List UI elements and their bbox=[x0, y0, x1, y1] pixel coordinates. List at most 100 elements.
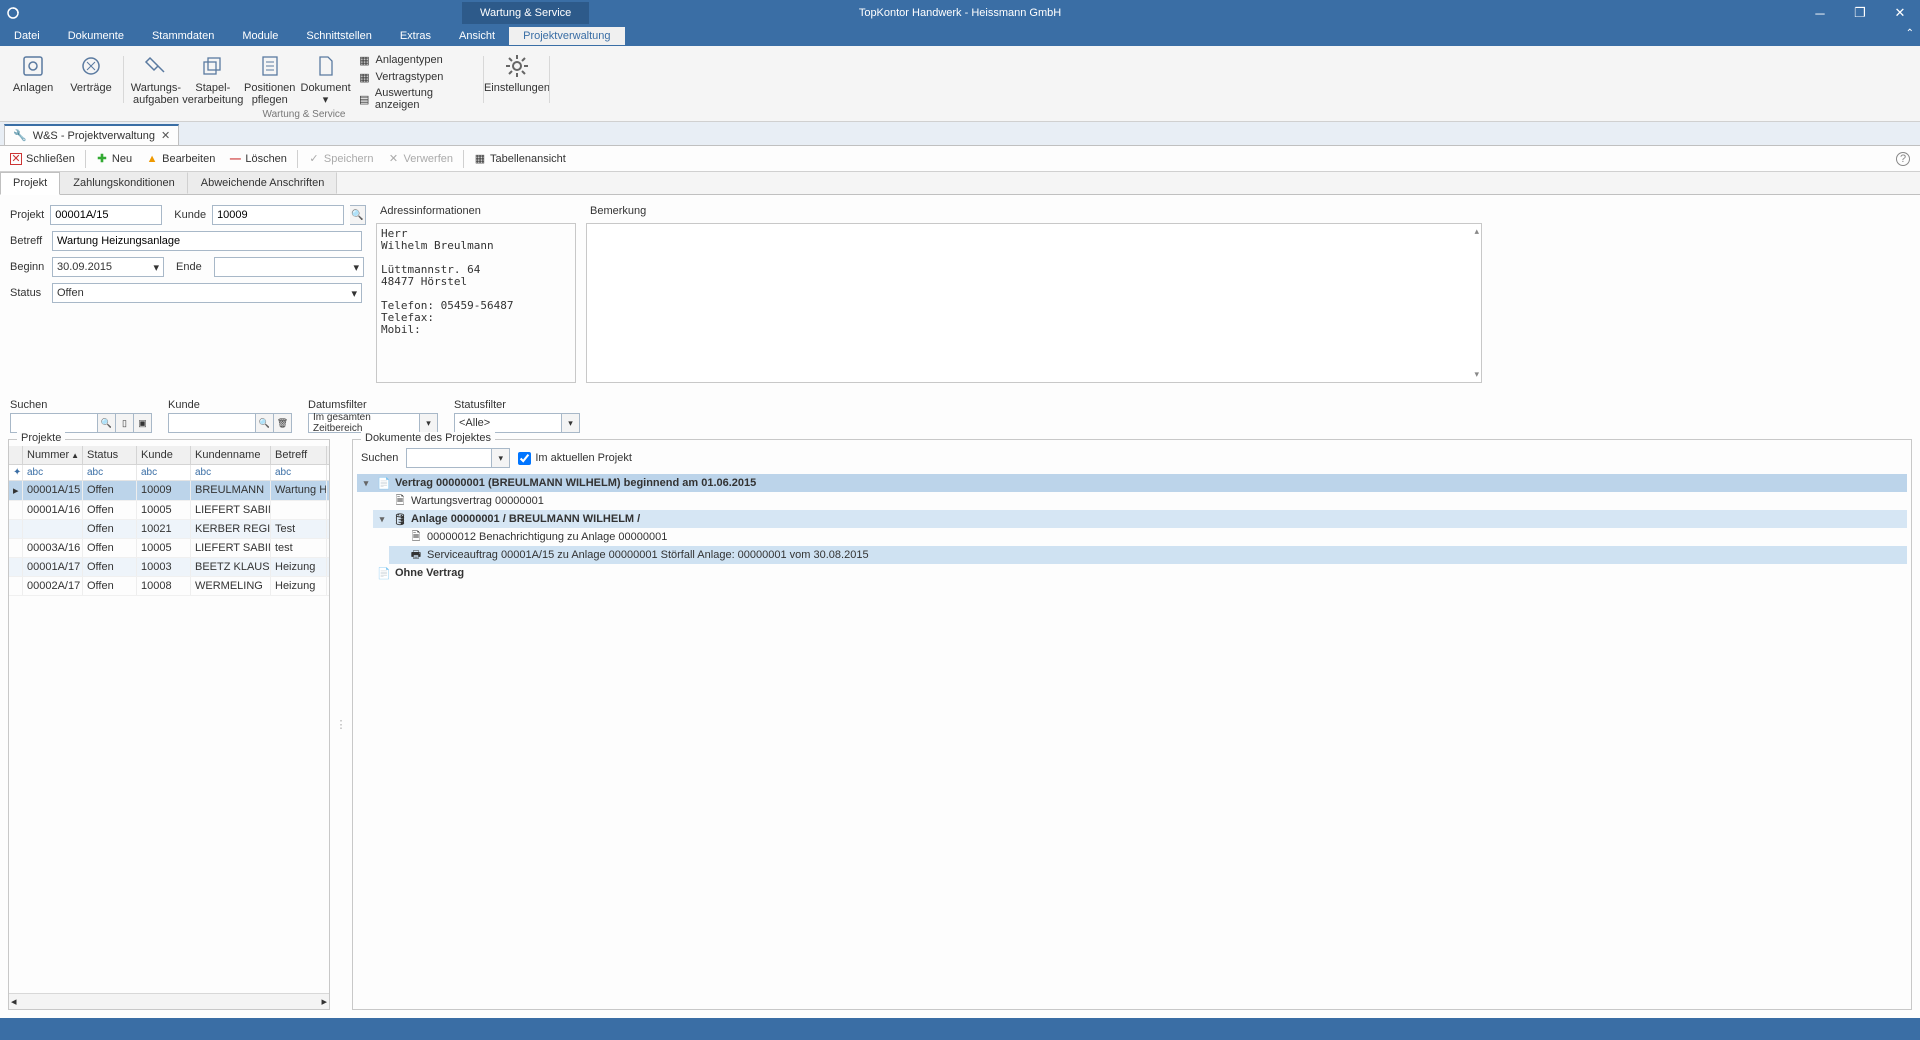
ribbon-positionen[interactable]: Positionen pflegen bbox=[242, 50, 298, 112]
ribbon-anlagen[interactable]: Anlagen bbox=[4, 50, 62, 94]
filter-kunde[interactable]: abc bbox=[137, 465, 191, 480]
menu-ansicht[interactable]: Ansicht bbox=[445, 27, 509, 45]
status-bar bbox=[0, 1018, 1920, 1040]
expand-icon[interactable]: ▾ bbox=[375, 514, 389, 525]
tab-zahlung[interactable]: Zahlungskonditionen bbox=[60, 172, 188, 194]
title-bar: Wartung & Service TopKontor Handwerk - H… bbox=[0, 0, 1920, 26]
edit-action[interactable]: ▲Bearbeiten bbox=[140, 150, 221, 168]
expand-icon[interactable]: ▾ bbox=[359, 478, 373, 489]
ribbon-collapse-icon[interactable]: ⌃ bbox=[1906, 28, 1914, 39]
col-betreff[interactable]: Betreff bbox=[271, 446, 327, 464]
menu-datei[interactable]: Datei bbox=[0, 27, 54, 45]
filter-status[interactable]: abc bbox=[83, 465, 137, 480]
filter-kunde-input[interactable] bbox=[168, 413, 256, 433]
ribbon-wartungsaufgaben[interactable]: Wartungs- aufgaben bbox=[128, 50, 184, 112]
close-x-icon: ✕ bbox=[10, 153, 22, 165]
splitter[interactable]: ⋮ bbox=[338, 439, 344, 1010]
remark-field[interactable]: ▴ ▾ bbox=[586, 223, 1482, 383]
save-action[interactable]: ✓Speichern bbox=[302, 150, 380, 168]
check-icon: ✓ bbox=[308, 153, 320, 165]
ribbon-anlagentypen[interactable]: ▦Anlagentypen bbox=[353, 52, 480, 68]
close-action[interactable]: ✕Schließen bbox=[4, 150, 81, 168]
search-go-button[interactable]: 🔍 bbox=[98, 413, 116, 433]
ribbon-group-label: Wartung & Service bbox=[124, 109, 484, 120]
table-row[interactable]: 00001A/16Offen10005LIEFERT SABINE bbox=[9, 501, 329, 520]
datum-filter-select[interactable]: Im gesamten Zeitbereich bbox=[308, 413, 420, 433]
discard-action[interactable]: ✕Verwerfen bbox=[381, 150, 459, 168]
scroll-up-icon[interactable]: ▴ bbox=[1474, 226, 1479, 237]
search-opt2-button[interactable]: ▣ bbox=[134, 413, 152, 433]
menu-schnittstellen[interactable]: Schnittstellen bbox=[292, 27, 385, 45]
window-controls: ─ ❐ ✕ bbox=[1800, 0, 1920, 26]
ribbon-einstellungen[interactable]: Einstellungen bbox=[488, 50, 546, 94]
table-row[interactable]: 00003A/16Offen10005LIEFERT SABINEtest bbox=[9, 539, 329, 558]
filter-nummer[interactable]: abc bbox=[23, 465, 83, 480]
ribbon-vertraege[interactable]: Verträge bbox=[62, 50, 120, 94]
filter-betreff[interactable]: abc bbox=[271, 465, 327, 480]
vertragstypen-icon: ▦ bbox=[357, 70, 371, 84]
col-kundenname[interactable]: Kundenname bbox=[191, 446, 271, 464]
col-kunde[interactable]: Kunde bbox=[137, 446, 191, 464]
tree-node[interactable]: ▾🛢Anlage 00000001 / BREULMANN WILHELM / bbox=[373, 510, 1907, 528]
tree-node[interactable]: ▾📄Vertrag 00000001 (BREULMANN WILHELM) b… bbox=[357, 474, 1907, 492]
menu-dokumente[interactable]: Dokumente bbox=[54, 27, 138, 45]
filter-kunde-clear[interactable]: 🗑 bbox=[274, 413, 292, 433]
menu-module[interactable]: Module bbox=[228, 27, 292, 45]
ribbon-vertragstypen[interactable]: ▦Vertragstypen bbox=[353, 69, 480, 85]
wrench-icon: 🔧 bbox=[13, 129, 27, 142]
doc-tab-projektverwaltung[interactable]: 🔧 W&S - Projektverwaltung ✕ bbox=[4, 124, 179, 145]
tab-close-icon[interactable]: ✕ bbox=[161, 129, 170, 142]
datum-dropdown-icon[interactable]: ▾ bbox=[420, 413, 438, 433]
ribbon-stapelverarbeitung[interactable]: Stapel- verarbeitung bbox=[184, 50, 242, 112]
minimize-button[interactable]: ─ bbox=[1800, 0, 1840, 26]
tree-node[interactable]: 📄Ohne Vertrag bbox=[357, 564, 1907, 582]
current-project-checkbox-input[interactable] bbox=[518, 452, 531, 465]
status-field[interactable]: Offen▾ bbox=[52, 283, 362, 303]
beginn-field[interactable]: 30.09.2015▾ bbox=[52, 257, 164, 277]
scroll-down-icon[interactable]: ▾ bbox=[1474, 369, 1479, 380]
status-filter-select[interactable]: <Alle> bbox=[454, 413, 562, 433]
menu-projektverwaltung[interactable]: Projektverwaltung bbox=[509, 27, 624, 45]
tree-label: Anlage 00000001 / BREULMANN WILHELM / bbox=[411, 513, 640, 525]
tab-projekt[interactable]: Projekt bbox=[0, 172, 60, 195]
grid-scrollbar[interactable]: ◂▸ bbox=[9, 993, 329, 1009]
menu-stammdaten[interactable]: Stammdaten bbox=[138, 27, 228, 45]
address-display: Herr Wilhelm Breulmann Lüttmannstr. 64 4… bbox=[376, 223, 576, 383]
filter-kunde-lookup[interactable]: 🔍 bbox=[256, 413, 274, 433]
ribbon-dokument[interactable]: Dokument ▾ bbox=[298, 50, 354, 112]
help-button[interactable]: ? bbox=[1890, 149, 1916, 169]
tree-node[interactable]: 🗎00000012 Benachrichtigung zu Anlage 000… bbox=[389, 528, 1907, 546]
search-opt1-button[interactable]: ▯ bbox=[116, 413, 134, 433]
tableview-action[interactable]: ▦Tabellenansicht bbox=[468, 150, 572, 168]
table-row[interactable]: ▸00001A/15Offen10009BREULMANNWartung He bbox=[9, 481, 329, 501]
document-tabs: 🔧 W&S - Projektverwaltung ✕ bbox=[0, 122, 1920, 146]
tree-node[interactable]: 🖶Serviceauftrag 00001A/15 zu Anlage 0000… bbox=[389, 546, 1907, 564]
new-action[interactable]: ✚Neu bbox=[90, 150, 138, 168]
table-row[interactable]: 00002A/17Offen10008WERMELINGHeizung bbox=[9, 577, 329, 596]
kunde-lookup-button[interactable]: 🔍 bbox=[350, 205, 366, 225]
menu-extras[interactable]: Extras bbox=[386, 27, 445, 45]
projekt-field[interactable] bbox=[50, 205, 162, 225]
filter-name[interactable]: abc bbox=[191, 465, 271, 480]
doc-search-input[interactable] bbox=[406, 448, 492, 468]
tab-anschriften[interactable]: Abweichende Anschriften bbox=[188, 172, 338, 194]
vertraege-icon bbox=[77, 52, 105, 80]
minus-icon: — bbox=[229, 153, 241, 165]
delete-action[interactable]: —Löschen bbox=[223, 150, 293, 168]
label-ende: Ende bbox=[176, 261, 208, 273]
col-nummer[interactable]: Nummer▲ bbox=[23, 446, 83, 464]
tree-node[interactable]: 🗎Wartungsvertrag 00000001 bbox=[373, 492, 1907, 510]
doc-search-dropdown[interactable]: ▾ bbox=[492, 448, 510, 468]
search-input[interactable] bbox=[10, 413, 98, 433]
restore-button[interactable]: ❐ bbox=[1840, 0, 1880, 26]
status-dropdown-icon[interactable]: ▾ bbox=[562, 413, 580, 433]
betreff-field[interactable] bbox=[52, 231, 362, 251]
ende-field[interactable]: ▾ bbox=[214, 257, 364, 277]
table-row[interactable]: 00001A/17Offen10003BEETZ KLAUSHeizung bbox=[9, 558, 329, 577]
close-button[interactable]: ✕ bbox=[1880, 0, 1920, 26]
col-status[interactable]: Status bbox=[83, 446, 137, 464]
current-project-checkbox[interactable]: Im aktuellen Projekt bbox=[518, 452, 632, 465]
table-row[interactable]: Offen10021KERBER REGINATest bbox=[9, 520, 329, 539]
address-title: Adressinformationen bbox=[376, 205, 576, 217]
kunde-field[interactable] bbox=[212, 205, 344, 225]
